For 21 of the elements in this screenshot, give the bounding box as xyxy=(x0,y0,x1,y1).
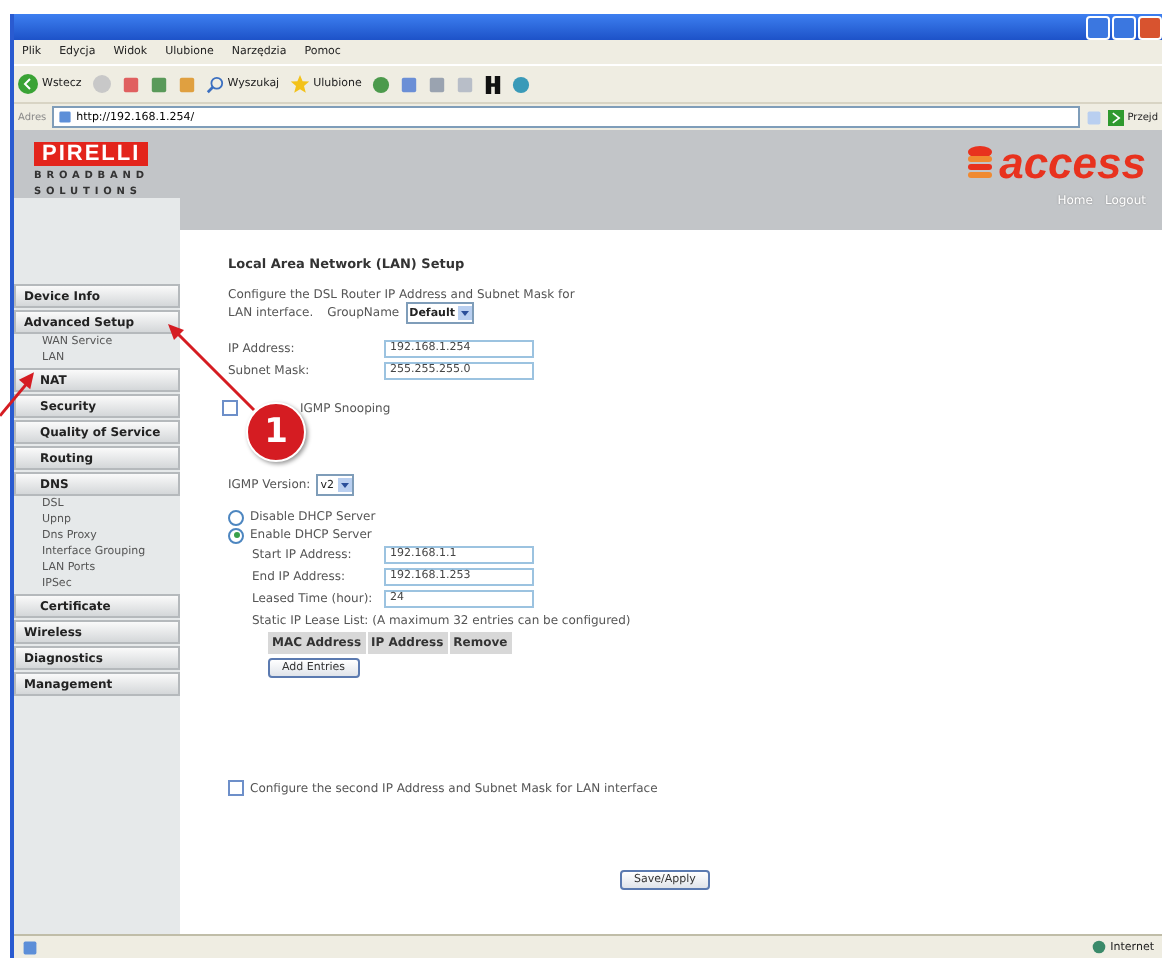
close-button[interactable] xyxy=(1138,15,1162,39)
brand-logo: PIRELLI xyxy=(34,142,149,166)
globe-icon[interactable] xyxy=(1092,940,1107,954)
checkbox[interactable] xyxy=(222,400,238,416)
maximize-button[interactable] xyxy=(1112,15,1136,39)
search-icon xyxy=(205,75,224,93)
go-icon xyxy=(1107,109,1124,125)
minimize-button[interactable] xyxy=(1086,15,1110,39)
radio-button[interactable] xyxy=(228,527,244,543)
annotation-arrow xyxy=(0,372,34,416)
page-icon[interactable] xyxy=(58,110,73,124)
h-icon[interactable] xyxy=(483,75,502,93)
caret-icon xyxy=(458,306,473,320)
page-icon[interactable] xyxy=(22,939,38,955)
caret-icon xyxy=(337,478,352,492)
history-icon[interactable] xyxy=(371,75,390,93)
checkbox[interactable] xyxy=(228,780,244,796)
product-logo: access xyxy=(999,142,1146,186)
radio-button[interactable] xyxy=(228,509,244,525)
star-icon xyxy=(289,74,310,94)
stack-icon xyxy=(965,146,994,182)
